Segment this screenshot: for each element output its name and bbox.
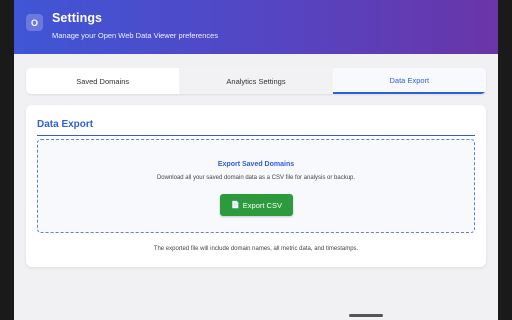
- export-panel-title: Export Saved Domains: [217, 161, 295, 168]
- tab-analytics-settings[interactable]: Analytics Settings: [179, 68, 333, 94]
- card-title: Data Export: [37, 119, 94, 130]
- tab-data-export[interactable]: Data Export: [332, 68, 486, 94]
- export-panel-description: Download all your saved domain data as a…: [156, 175, 356, 181]
- file-icon: 📄: [231, 202, 240, 209]
- home-indicator[interactable]: [349, 314, 383, 317]
- export-csv-button[interactable]: 📄 Export CSV: [220, 194, 293, 216]
- settings-screen: O Settings Manage your Open Web Data Vie…: [14, 0, 498, 320]
- settings-header: O Settings Manage your Open Web Data Vie…: [14, 0, 498, 54]
- settings-tabs: Saved Domains Analytics Settings Data Ex…: [26, 68, 486, 94]
- export-panel: Export Saved Domains Download all your s…: [37, 139, 475, 233]
- card-divider: [37, 135, 475, 136]
- export-csv-label: Export CSV: [242, 200, 282, 210]
- data-export-card: Data Export Export Saved Domains Downloa…: [26, 105, 486, 267]
- page-subtitle: Manage your Open Web Data Viewer prefere…: [52, 31, 219, 40]
- app-logo-icon: O: [26, 14, 43, 31]
- tab-saved-domains[interactable]: Saved Domains: [26, 68, 179, 94]
- page-title: Settings: [52, 11, 103, 25]
- export-footnote: The exported file will include domain na…: [153, 246, 359, 252]
